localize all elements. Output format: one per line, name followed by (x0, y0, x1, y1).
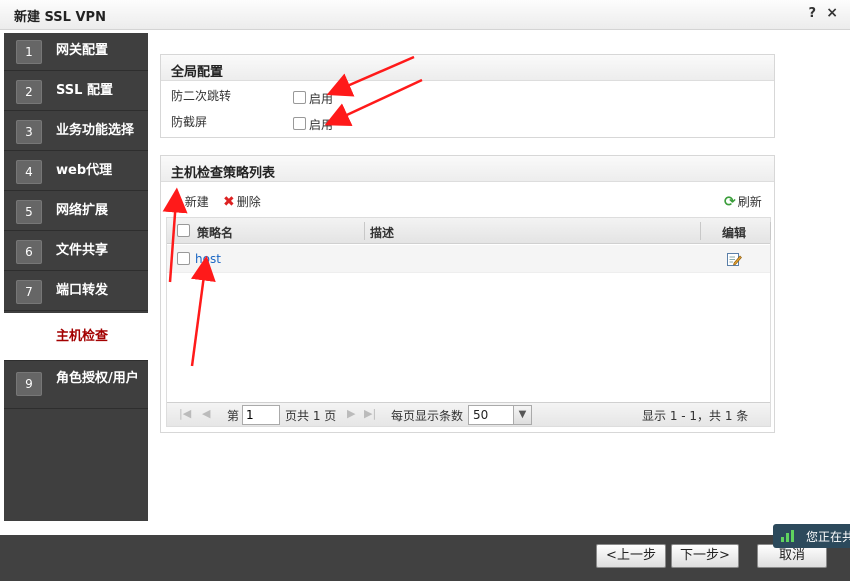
screen-share-toast[interactable]: 您正在共 (773, 524, 850, 548)
new-label: 新建 (184, 195, 209, 209)
row-checkbox[interactable] (177, 252, 190, 265)
step-network-extension[interactable]: 5 网络扩展 (4, 193, 148, 231)
edit-icon[interactable] (726, 251, 742, 267)
column-header-desc[interactable]: 描述 (370, 224, 394, 241)
anti-screenshot-checkbox[interactable] (293, 117, 306, 130)
column-separator (700, 222, 701, 240)
new-policy-button[interactable]: ✚ 新建 (171, 193, 209, 210)
last-page-icon[interactable]: ▶| (364, 407, 376, 420)
column-separator (364, 222, 365, 240)
global-config-title: 全局配置 (161, 55, 774, 81)
step-number: 7 (16, 280, 42, 304)
grid-pager: |◀ ◀ 第 页共 1 页 ▶ ▶| 每页显示条数 50 ▼ 显示 1 - 1，… (167, 402, 770, 426)
next-page-icon[interactable]: ▶ (347, 407, 355, 420)
step-label: web代理 (56, 163, 113, 178)
close-icon[interactable]: × (826, 5, 838, 21)
host-check-policy-panel: 主机检查策略列表 ✚ 新建 ✖ 删除 ⟳ 刷新 策略名 描述 编辑 host |… (160, 155, 775, 433)
anti-screenshot-enable-label: 启用 (309, 118, 334, 132)
step-number: 1 (16, 40, 42, 64)
step-label: 主机检查 (56, 329, 109, 344)
toast-text: 您正在共 (806, 530, 850, 544)
next-step-button[interactable]: 下一步> (671, 544, 739, 568)
pager-summary: 显示 1 - 1，共 1 条 (642, 409, 749, 423)
column-header-name[interactable]: 策略名 (197, 224, 233, 241)
step-number: 2 (16, 80, 42, 104)
step-label: 角色授权/用户 (56, 371, 139, 386)
select-all-checkbox[interactable] (177, 224, 190, 237)
dialog-titlebar: 新建 SSL VPN ? × (0, 0, 850, 30)
step-label: 网关配置 (56, 43, 109, 58)
chevron-down-icon: ▼ (513, 406, 531, 424)
anti-screenshot-label: 防截屏 (171, 115, 208, 129)
grid-header: 策略名 描述 编辑 (167, 218, 771, 244)
step-service-selection[interactable]: 3 业务功能选择 (4, 113, 148, 151)
step-host-check[interactable]: 8 主机检查 (4, 313, 148, 361)
policy-grid: 策略名 描述 编辑 host |◀ ◀ 第 页共 1 页 ▶ (166, 217, 771, 427)
step-web-proxy[interactable]: 4 web代理 (4, 153, 148, 191)
policy-toolbar: ✚ 新建 ✖ 删除 ⟳ 刷新 (161, 190, 774, 214)
step-role-user-authorization[interactable]: 9 角色授权/用户 (4, 365, 148, 409)
step-gateway-config[interactable]: 1 网关配置 (4, 33, 148, 71)
per-page-select[interactable]: 50 ▼ (468, 405, 532, 425)
anti-redirect-checkbox[interactable] (293, 91, 306, 104)
anti-redirect-label: 防二次跳转 (171, 89, 232, 103)
dialog-footer: <上一步 下一步> 取消 (0, 535, 850, 581)
policy-name-link[interactable]: host (195, 252, 221, 266)
step-number: 4 (16, 160, 42, 184)
refresh-label: 刷新 (737, 195, 762, 209)
signal-bars-icon (781, 530, 795, 542)
delete-policy-button[interactable]: ✖ 删除 (223, 193, 261, 210)
step-ssl-config[interactable]: 2 SSL 配置 (4, 73, 148, 111)
first-page-icon[interactable]: |◀ (179, 407, 191, 420)
per-page-label: 每页显示条数 (391, 409, 464, 423)
step-label: SSL 配置 (56, 83, 113, 98)
page-number-input[interactable] (242, 405, 280, 425)
prev-page-icon[interactable]: ◀ (202, 407, 210, 420)
delete-label: 删除 (236, 195, 261, 209)
column-separator (770, 222, 771, 240)
step-label: 网络扩展 (56, 203, 109, 218)
global-config-panel: 全局配置 防二次跳转 启用 防截屏 启用 (160, 54, 775, 138)
step-number: 9 (16, 372, 42, 396)
help-icon[interactable]: ? (808, 6, 816, 21)
step-label: 端口转发 (56, 283, 109, 298)
column-header-edit: 编辑 (722, 226, 747, 240)
policy-list-title: 主机检查策略列表 (161, 156, 774, 182)
wizard-steps-sidebar: 1 网关配置 2 SSL 配置 3 业务功能选择 4 web代理 5 网络扩展 … (4, 33, 148, 521)
step-number: 6 (16, 240, 42, 264)
delete-x-icon: ✖ (223, 194, 235, 210)
step-number: 3 (16, 120, 42, 144)
refresh-icon: ⟳ (724, 194, 736, 210)
step-number: 5 (16, 200, 42, 224)
step-label: 业务功能选择 (56, 123, 135, 138)
step-file-sharing[interactable]: 6 文件共享 (4, 233, 148, 271)
prev-step-button[interactable]: <上一步 (596, 544, 666, 568)
per-page-value: 50 (473, 408, 489, 422)
page-total-label: 页共 1 页 (285, 409, 337, 423)
step-number: 8 (25, 329, 33, 343)
table-row[interactable]: host (167, 245, 770, 273)
dialog-title: 新建 SSL VPN (14, 10, 106, 25)
anti-redirect-enable-label: 启用 (309, 92, 334, 106)
plus-icon: ✚ (171, 194, 183, 210)
step-port-forwarding[interactable]: 7 端口转发 (4, 273, 148, 311)
page-prefix: 第 (227, 409, 240, 423)
step-label: 文件共享 (56, 243, 109, 258)
refresh-button[interactable]: ⟳ 刷新 (724, 193, 762, 210)
